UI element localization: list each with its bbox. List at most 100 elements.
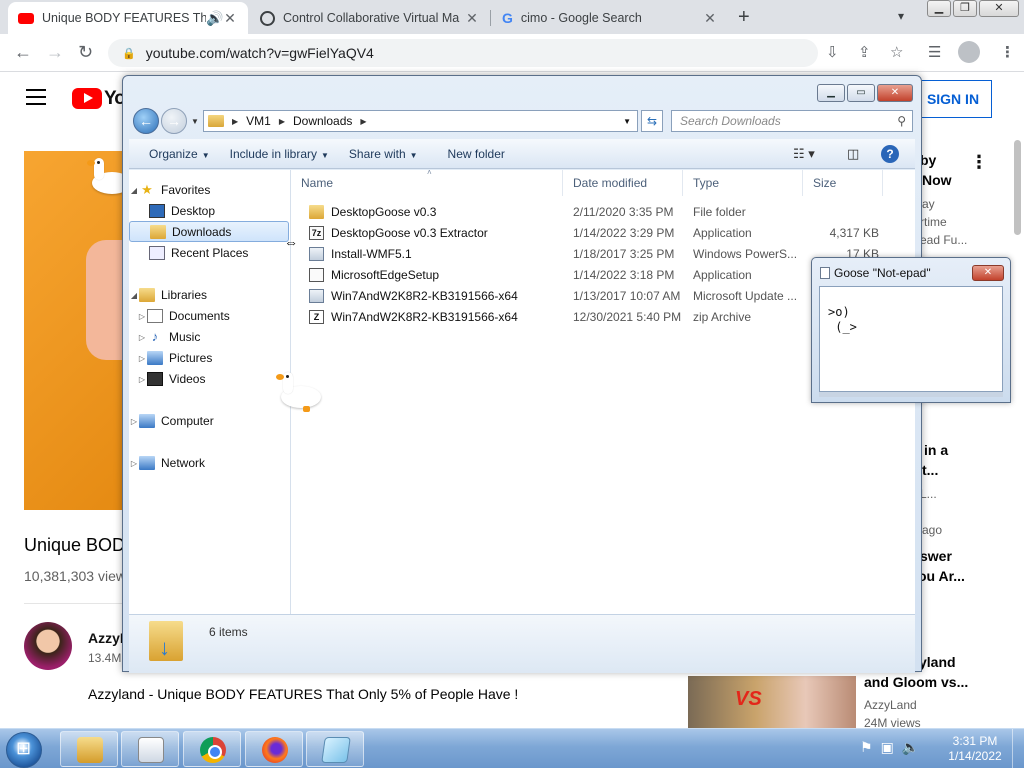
show-desktop-button[interactable] (1012, 729, 1024, 768)
back-arrow-icon[interactable]: ← (14, 42, 32, 63)
column-header-size[interactable]: Size (803, 170, 883, 196)
nav-libraries[interactable]: ◢ Libraries (129, 285, 289, 305)
profile-avatar[interactable] (958, 41, 980, 63)
nav-desktop[interactable]: Desktop (129, 201, 289, 221)
channel-avatar[interactable] (24, 622, 72, 670)
related-title[interactable]: and Gloom vs... (864, 674, 968, 690)
close-window-icon[interactable]: ✕ (979, 0, 1019, 17)
install-icon[interactable]: ⇩ (826, 43, 839, 61)
file-row[interactable]: 7z DesktopGoose v0.3 Extractor 1/14/2022… (291, 223, 915, 244)
refresh-icon[interactable]: ⇆ (641, 110, 663, 132)
back-arrow-icon[interactable]: ← (133, 108, 159, 134)
close-icon[interactable]: ✕ (702, 10, 718, 27)
command-bar: Organize ▼ Include in library ▼ Share with… (129, 139, 915, 169)
new-folder-button[interactable]: New folder (448, 147, 505, 161)
desktop-goose[interactable] (273, 370, 321, 412)
more-options-icon[interactable]: ⋮ (970, 152, 988, 173)
file-row[interactable]: DesktopGoose v0.3 2/11/2020 3:35 PM File… (291, 202, 915, 223)
help-icon[interactable]: ? (881, 145, 899, 163)
taskbar-media-player[interactable] (121, 731, 179, 767)
minimize-icon[interactable]: ▁ (927, 0, 951, 17)
subscriber-count: 13.4M (88, 651, 122, 665)
media-queue-icon[interactable]: ☰ (928, 43, 941, 61)
column-header-date[interactable]: Date modified (563, 170, 683, 196)
address-bar[interactable]: 🔒 youtube.com/watch?v=gwFielYaQV4 (108, 39, 818, 67)
share-with-button[interactable]: Share with ▼ (349, 147, 418, 161)
taskbar-firefox[interactable] (245, 731, 303, 767)
address-bar[interactable]: ▶ VM1 ▶ Downloads ▶ ▼ (203, 110, 638, 132)
related-meta: L... (920, 487, 937, 501)
search-icon[interactable]: ⚲ (897, 114, 906, 128)
url-text: youtube.com/watch?v=gwFielYaQV4 (145, 45, 374, 61)
close-icon[interactable]: ✕ (464, 10, 480, 27)
close-icon[interactable]: ✕ (877, 84, 913, 102)
tab-youtube[interactable]: Unique BODY FEATURES Tha 🔊 ✕ (8, 2, 248, 34)
breadcrumb-vm1[interactable]: VM1 (246, 114, 271, 128)
organize-button[interactable]: Organize ▼ (149, 147, 210, 161)
chevron-right-icon[interactable]: ▶ (360, 117, 366, 126)
forward-arrow-icon[interactable]: → (46, 42, 64, 63)
hamburger-menu-icon[interactable] (26, 89, 46, 110)
nav-recent-places[interactable]: Recent Places (129, 243, 289, 263)
close-icon[interactable]: ✕ (222, 10, 238, 27)
recent-locations-chevron-icon[interactable]: ▼ (191, 117, 199, 126)
search-input[interactable]: Search Downloads ⚲ (671, 110, 913, 132)
forward-arrow-icon[interactable]: → (161, 108, 187, 134)
nav-network[interactable]: ▷ Network (129, 453, 289, 473)
taskbar-chrome[interactable] (183, 731, 241, 767)
nav-videos[interactable]: ▷ Videos (129, 369, 289, 389)
nav-downloads[interactable]: Downloads (129, 221, 289, 242)
speaker-icon[interactable]: 🔊 (206, 10, 223, 27)
column-header-type[interactable]: Type (683, 170, 803, 196)
volume-icon[interactable]: 🔈 (902, 739, 919, 756)
new-tab-button[interactable]: + (738, 6, 750, 29)
restore-icon[interactable]: ❐ (953, 0, 977, 17)
taskbar-explorer[interactable] (60, 731, 118, 767)
related-title[interactable]: Now (922, 172, 952, 188)
goose-notepad-window: Goose "Not-epad" ✕ >o) (_> (811, 257, 1011, 403)
nav-pictures[interactable]: ▷ Pictures (129, 348, 289, 368)
close-icon[interactable]: ✕ (972, 265, 1004, 281)
chevron-down-icon[interactable]: ▼ (623, 117, 631, 126)
minimize-icon[interactable]: ▁ (817, 84, 845, 102)
nav-music[interactable]: ▷ ♪ Music (129, 327, 289, 347)
notepad-text-area[interactable]: >o) (_> (819, 286, 1003, 392)
desktop-icon (149, 204, 165, 218)
related-title[interactable]: ou Ar... (918, 568, 965, 584)
related-title[interactable]: t... (922, 462, 938, 478)
explorer-window-controls: ▁ ▭ ✕ (817, 84, 913, 102)
view-options-icon[interactable]: ☷ ▾ (793, 146, 815, 162)
sign-in-button[interactable]: SIGN IN (914, 80, 992, 118)
breadcrumb-downloads[interactable]: Downloads (293, 114, 352, 128)
chevron-right-icon[interactable]: ▶ (279, 117, 285, 126)
nav-documents[interactable]: ▷ Documents (129, 306, 289, 326)
taskbar-notepad[interactable] (306, 731, 364, 767)
page-scrollbar[interactable] (1014, 140, 1021, 235)
nav-favorites[interactable]: ◢ ★ Favorites (129, 180, 289, 200)
share-icon[interactable]: ⇪ (858, 43, 871, 61)
related-title[interactable]: swer (920, 548, 952, 564)
related-title[interactable]: by (920, 152, 936, 168)
related-meta: ead Fu... (920, 233, 968, 247)
menu-kebab-icon[interactable]: ⋮ (1000, 43, 1015, 61)
action-center-flag-icon[interactable]: ⚑ (860, 739, 873, 756)
related-title[interactable]: in a (924, 442, 948, 458)
tab-search-chevron-icon[interactable]: ▾ (898, 9, 904, 23)
nav-computer[interactable]: ▷ Computer (129, 411, 289, 431)
lock-icon[interactable]: 🔒 (122, 47, 136, 60)
explorer-window: ▁ ▭ ✕ ← → ▼ ▶ VM1 ▶ Downloads ▶ ▼ ⇆ Sear… (122, 75, 922, 673)
tab-google[interactable]: G cimo - Google Search ✕ (492, 2, 728, 34)
network-icon[interactable]: ▣ (881, 739, 894, 756)
horizontal-scrollbar[interactable] (819, 392, 1003, 397)
maximize-icon[interactable]: ▭ (847, 84, 875, 102)
start-button[interactable] (6, 732, 42, 768)
system-clock[interactable]: 3:31 PM 1/14/2022 (940, 734, 1010, 764)
preview-pane-icon[interactable]: ◫ (847, 146, 859, 162)
include-in-library-button[interactable]: Include in library ▼ (230, 147, 329, 161)
tab-vm[interactable]: Control Collaborative Virtual Ma ✕ (250, 2, 490, 34)
related-thumbnail[interactable] (688, 676, 856, 732)
chevron-right-icon[interactable]: ▶ (232, 117, 238, 126)
reload-icon[interactable]: ↻ (78, 42, 93, 63)
youtube-logo-icon[interactable] (72, 88, 102, 109)
bookmark-star-icon[interactable]: ☆ (890, 43, 903, 61)
